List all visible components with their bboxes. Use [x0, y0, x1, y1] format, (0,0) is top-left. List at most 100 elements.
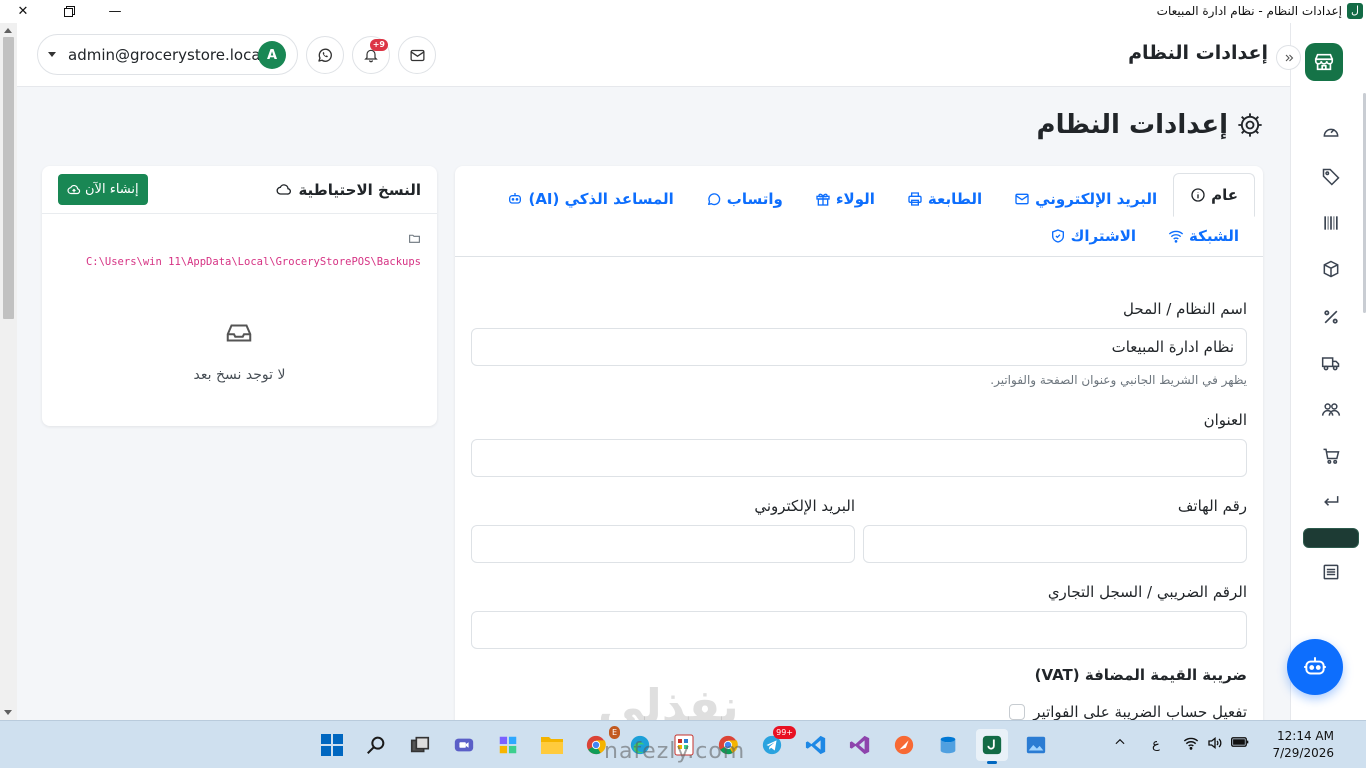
- postman-app[interactable]: [888, 729, 920, 761]
- sidebar-item-reports[interactable]: [1319, 560, 1343, 584]
- tray-overflow-button[interactable]: [1113, 735, 1127, 753]
- whatsapp-button[interactable]: [306, 36, 344, 74]
- restore-icon: [63, 6, 75, 17]
- sidebar-item-returns[interactable]: [1319, 490, 1343, 514]
- tab-printer[interactable]: الطابعة: [891, 181, 998, 217]
- telegram-app[interactable]: 99+: [756, 726, 796, 761]
- taskbar-clock[interactable]: 12:14 AM 7/29/2026: [1272, 728, 1334, 762]
- window-minimize-button[interactable]: —: [92, 0, 138, 23]
- tab-email[interactable]: البريد الإلكتروني: [998, 181, 1173, 217]
- truck-icon: [1321, 353, 1341, 373]
- sidebar-item-products[interactable]: [1319, 165, 1343, 189]
- avatar: A: [258, 41, 286, 69]
- page-title: إعدادات النظام: [1037, 110, 1264, 140]
- scroll-down-arrow[interactable]: [4, 710, 12, 715]
- store-logo[interactable]: [1305, 43, 1343, 81]
- create-backup-button[interactable]: إنشاء الآن: [58, 174, 148, 205]
- meet-app[interactable]: [448, 729, 480, 761]
- notifications-badge: +9: [369, 39, 388, 51]
- tab-subscription[interactable]: الاشتراك: [1034, 218, 1152, 254]
- paint-app[interactable]: [1020, 729, 1052, 761]
- keyboard-language[interactable]: ع: [1152, 737, 1160, 752]
- tag-icon: [1321, 167, 1341, 187]
- wifi-icon: [1168, 228, 1184, 244]
- tab-loyalty[interactable]: الولاء: [799, 181, 891, 217]
- folder-icon: [408, 232, 421, 245]
- cloud-upload-icon: [67, 183, 81, 197]
- store-icon: [1313, 51, 1335, 73]
- tab-general[interactable]: عام: [1173, 173, 1255, 217]
- chevrons-right-icon: [1283, 52, 1295, 64]
- user-email: admin@grocerystore.local: [68, 46, 265, 64]
- wifi-status[interactable]: [1183, 736, 1199, 754]
- cart-icon: [1321, 446, 1341, 466]
- system-name-hint: يظهر في الشريط الجانبي وعنوان الصفحة وال…: [990, 373, 1247, 387]
- sidebar-item-barcode[interactable]: [1319, 211, 1343, 235]
- database-icon: [937, 734, 959, 756]
- visual-studio-app[interactable]: [844, 729, 876, 761]
- sidebar-item-inventory[interactable]: [1319, 257, 1343, 281]
- app-window: إعدادات النظام admin@grocerystore.local …: [0, 23, 1366, 720]
- search-button[interactable]: [360, 729, 392, 761]
- messages-button[interactable]: [398, 36, 436, 74]
- tax-number-input[interactable]: [471, 611, 1247, 649]
- shield-icon: [1050, 228, 1066, 244]
- scroll-up-arrow[interactable]: [4, 28, 12, 33]
- people-icon: [1321, 399, 1341, 419]
- taskbar: E 99+ nafezly.com ع 12:14 AM 7/29/2026: [0, 720, 1366, 768]
- address-input[interactable]: [471, 439, 1247, 477]
- start-button[interactable]: [316, 729, 348, 761]
- widgets-app[interactable]: [492, 729, 524, 761]
- window-restore-button[interactable]: [46, 0, 92, 23]
- sidebar-item-dashboard[interactable]: [1319, 119, 1343, 143]
- folder-icon: [540, 734, 564, 756]
- ai-assistant-button[interactable]: [1287, 639, 1343, 695]
- phone-input[interactable]: [863, 525, 1247, 563]
- azure-data-app[interactable]: [932, 729, 964, 761]
- sidebar-item-active[interactable]: [1303, 528, 1359, 548]
- notifications-button[interactable]: +9: [352, 36, 390, 74]
- sidebar-item-customers[interactable]: [1319, 397, 1343, 421]
- chrome-badge: E: [608, 726, 620, 739]
- barcode-icon: [1321, 213, 1341, 233]
- vat-enable-checkbox[interactable]: [1009, 704, 1026, 720]
- vat-enable-row[interactable]: تفعيل حساب الضريبة على الفواتير: [1009, 703, 1247, 720]
- tab-ai-assistant[interactable]: المساعد الذكي (AI): [491, 181, 689, 217]
- window-title: إعدادات النظام - نظام ادارة المبيعات: [1156, 4, 1342, 18]
- page-scrollbar[interactable]: [0, 23, 17, 720]
- sidebar-collapse-button[interactable]: [1276, 45, 1301, 70]
- sidebar-item-discounts[interactable]: [1319, 305, 1343, 329]
- watermark-arabic: نفذلي: [598, 679, 739, 720]
- robot-icon: [507, 191, 523, 207]
- email-label: البريد الإلكتروني: [754, 497, 855, 515]
- battery-status[interactable]: [1231, 736, 1249, 752]
- address-label: العنوان: [1203, 411, 1247, 429]
- image-icon: [1025, 734, 1047, 756]
- gift-icon: [815, 191, 831, 207]
- tabs-row: الشبكة الاشتراك: [1034, 218, 1255, 254]
- system-name-label: اسم النظام / المحل: [1123, 300, 1247, 318]
- video-icon: [453, 734, 475, 756]
- tab-network[interactable]: الشبكة: [1152, 218, 1255, 254]
- task-view-button[interactable]: [404, 729, 436, 761]
- pos-app[interactable]: [976, 729, 1008, 764]
- window-close-button[interactable]: ✕: [0, 0, 46, 23]
- widgets-icon: [497, 734, 519, 756]
- backup-path: C:\Users\win 11\AppData\Local\GrocerySto…: [85, 256, 421, 268]
- vscode-app[interactable]: [800, 729, 832, 761]
- sidebar-item-purchases[interactable]: [1319, 444, 1343, 468]
- info-icon: [1190, 187, 1206, 203]
- sidebar-item-delivery[interactable]: [1319, 351, 1343, 375]
- file-explorer-app[interactable]: [536, 729, 568, 761]
- clock-date: 7/29/2026: [1272, 746, 1334, 760]
- chevron-up-icon: [1113, 735, 1127, 749]
- tab-whatsapp[interactable]: واتساب: [690, 181, 799, 217]
- volume-status[interactable]: [1207, 736, 1223, 754]
- user-menu[interactable]: admin@grocerystore.local A: [37, 34, 298, 75]
- scroll-thumb[interactable]: [3, 37, 14, 319]
- backups-empty-text: لا توجد نسخ بعد: [193, 367, 286, 383]
- email-input[interactable]: [471, 525, 855, 563]
- tabs-row: عام البريد الإلكتروني الطابعة الولاء وات…: [491, 173, 1255, 217]
- return-arrow-icon: [1321, 492, 1341, 512]
- system-name-input[interactable]: نظام ادارة المبيعات: [471, 328, 1247, 366]
